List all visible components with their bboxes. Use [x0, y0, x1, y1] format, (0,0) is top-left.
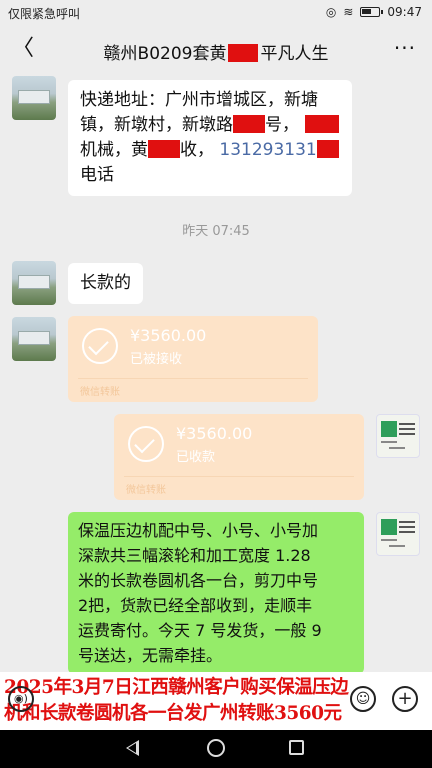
redaction-block: [316, 140, 339, 158]
contact-avatar[interactable]: [12, 76, 56, 120]
transfer-amount: ¥3560.00: [176, 424, 253, 443]
address-line-3: 机械，黄 收， 131293131: [80, 138, 340, 163]
clock: 09:47: [387, 5, 422, 19]
status-bar: 仅限紧急呼叫 ◎ ≋ 09:47: [0, 0, 432, 26]
transfer-card-sent[interactable]: ¥3560.00 已收款 微信转账: [114, 414, 364, 500]
address-line-4: 电话: [80, 165, 114, 185]
transfer-card-received[interactable]: ¥3560.00 已被接收 微信转账: [68, 316, 318, 402]
message-text: 长款的: [80, 273, 131, 293]
wifi-icon: ≋: [343, 5, 354, 19]
checkmark-icon: [128, 426, 164, 462]
contact-avatar[interactable]: [12, 317, 56, 361]
transfer-footer: 微信转账: [80, 387, 120, 398]
nav-home-icon[interactable]: [207, 739, 225, 757]
address-line-2: 镇，新墩村，新墩路 号，: [80, 113, 340, 138]
redaction-block: [148, 140, 180, 158]
transfer-status: 已收款: [176, 450, 216, 465]
address-message-bubble[interactable]: 快递地址：广州市增城区，新塘 镇，新墩村，新墩路 号， 机械，黄 收， 131293…: [68, 80, 352, 196]
emergency-call-text: 仅限紧急呼叫: [8, 7, 81, 21]
title-prefix: 赣州B0209套黄: [103, 44, 227, 64]
transfer-status: 已被接收: [130, 352, 183, 367]
order-line-6: 号送达，无需牵挂。: [78, 646, 223, 665]
voice-input-icon[interactable]: ◉): [8, 686, 34, 712]
phone-number[interactable]: 131293131: [219, 140, 316, 160]
text-message-bubble[interactable]: 长款的: [68, 263, 143, 304]
checkmark-icon: [82, 328, 118, 364]
title-suffix: 平凡人生: [260, 44, 329, 64]
my-avatar[interactable]: [376, 414, 420, 458]
battery-icon: [360, 7, 384, 17]
chat-header: 〈 赣州B0209套黄 平凡人生 ···: [0, 26, 432, 74]
my-avatar[interactable]: [376, 512, 420, 556]
plus-icon[interactable]: +: [392, 686, 418, 712]
order-line-5: 运费寄付。今天 7 号发货，一般 9: [78, 621, 322, 640]
order-message-bubble[interactable]: 保温压边机配中号、小号、小号加 深款共三幅滚轮和加工宽度 1.28 米的长款卷圆…: [68, 512, 364, 674]
order-line-4: 2把，货款已经全部收到，走顺丰: [78, 596, 313, 615]
chat-title: 赣州B0209套黄 平凡人生: [0, 39, 432, 64]
nav-back-icon[interactable]: [126, 740, 139, 756]
nav-recent-apps-icon[interactable]: [289, 740, 304, 755]
contact-avatar[interactable]: [12, 261, 56, 305]
address-line-1: 快递地址：广州市增城区，新塘: [80, 90, 318, 110]
more-options-icon[interactable]: ···: [394, 36, 416, 60]
redaction-block: [228, 44, 259, 62]
status-icons: ◎ ≋ 09:47: [326, 5, 422, 19]
input-bar: ◉) ☺ +: [0, 686, 432, 716]
order-line-2: 深款共三幅滚轮和加工宽度 1.28: [78, 546, 311, 565]
order-line-1: 保温压边机配中号、小号、小号加: [78, 521, 319, 540]
redaction-block: [305, 115, 339, 133]
emoji-icon[interactable]: ☺: [350, 686, 376, 712]
system-nav-bar: [0, 730, 432, 768]
eye-icon: ◎: [325, 5, 337, 19]
divider: [78, 378, 308, 379]
divider: [124, 476, 354, 477]
order-line-3: 米的长款卷圆机各一台，剪刀中号: [78, 571, 319, 590]
message-timestamp: 昨天 07:45: [182, 224, 250, 239]
transfer-amount: ¥3560.00: [130, 326, 207, 345]
redaction-block: [233, 115, 265, 133]
transfer-footer: 微信转账: [126, 485, 166, 496]
